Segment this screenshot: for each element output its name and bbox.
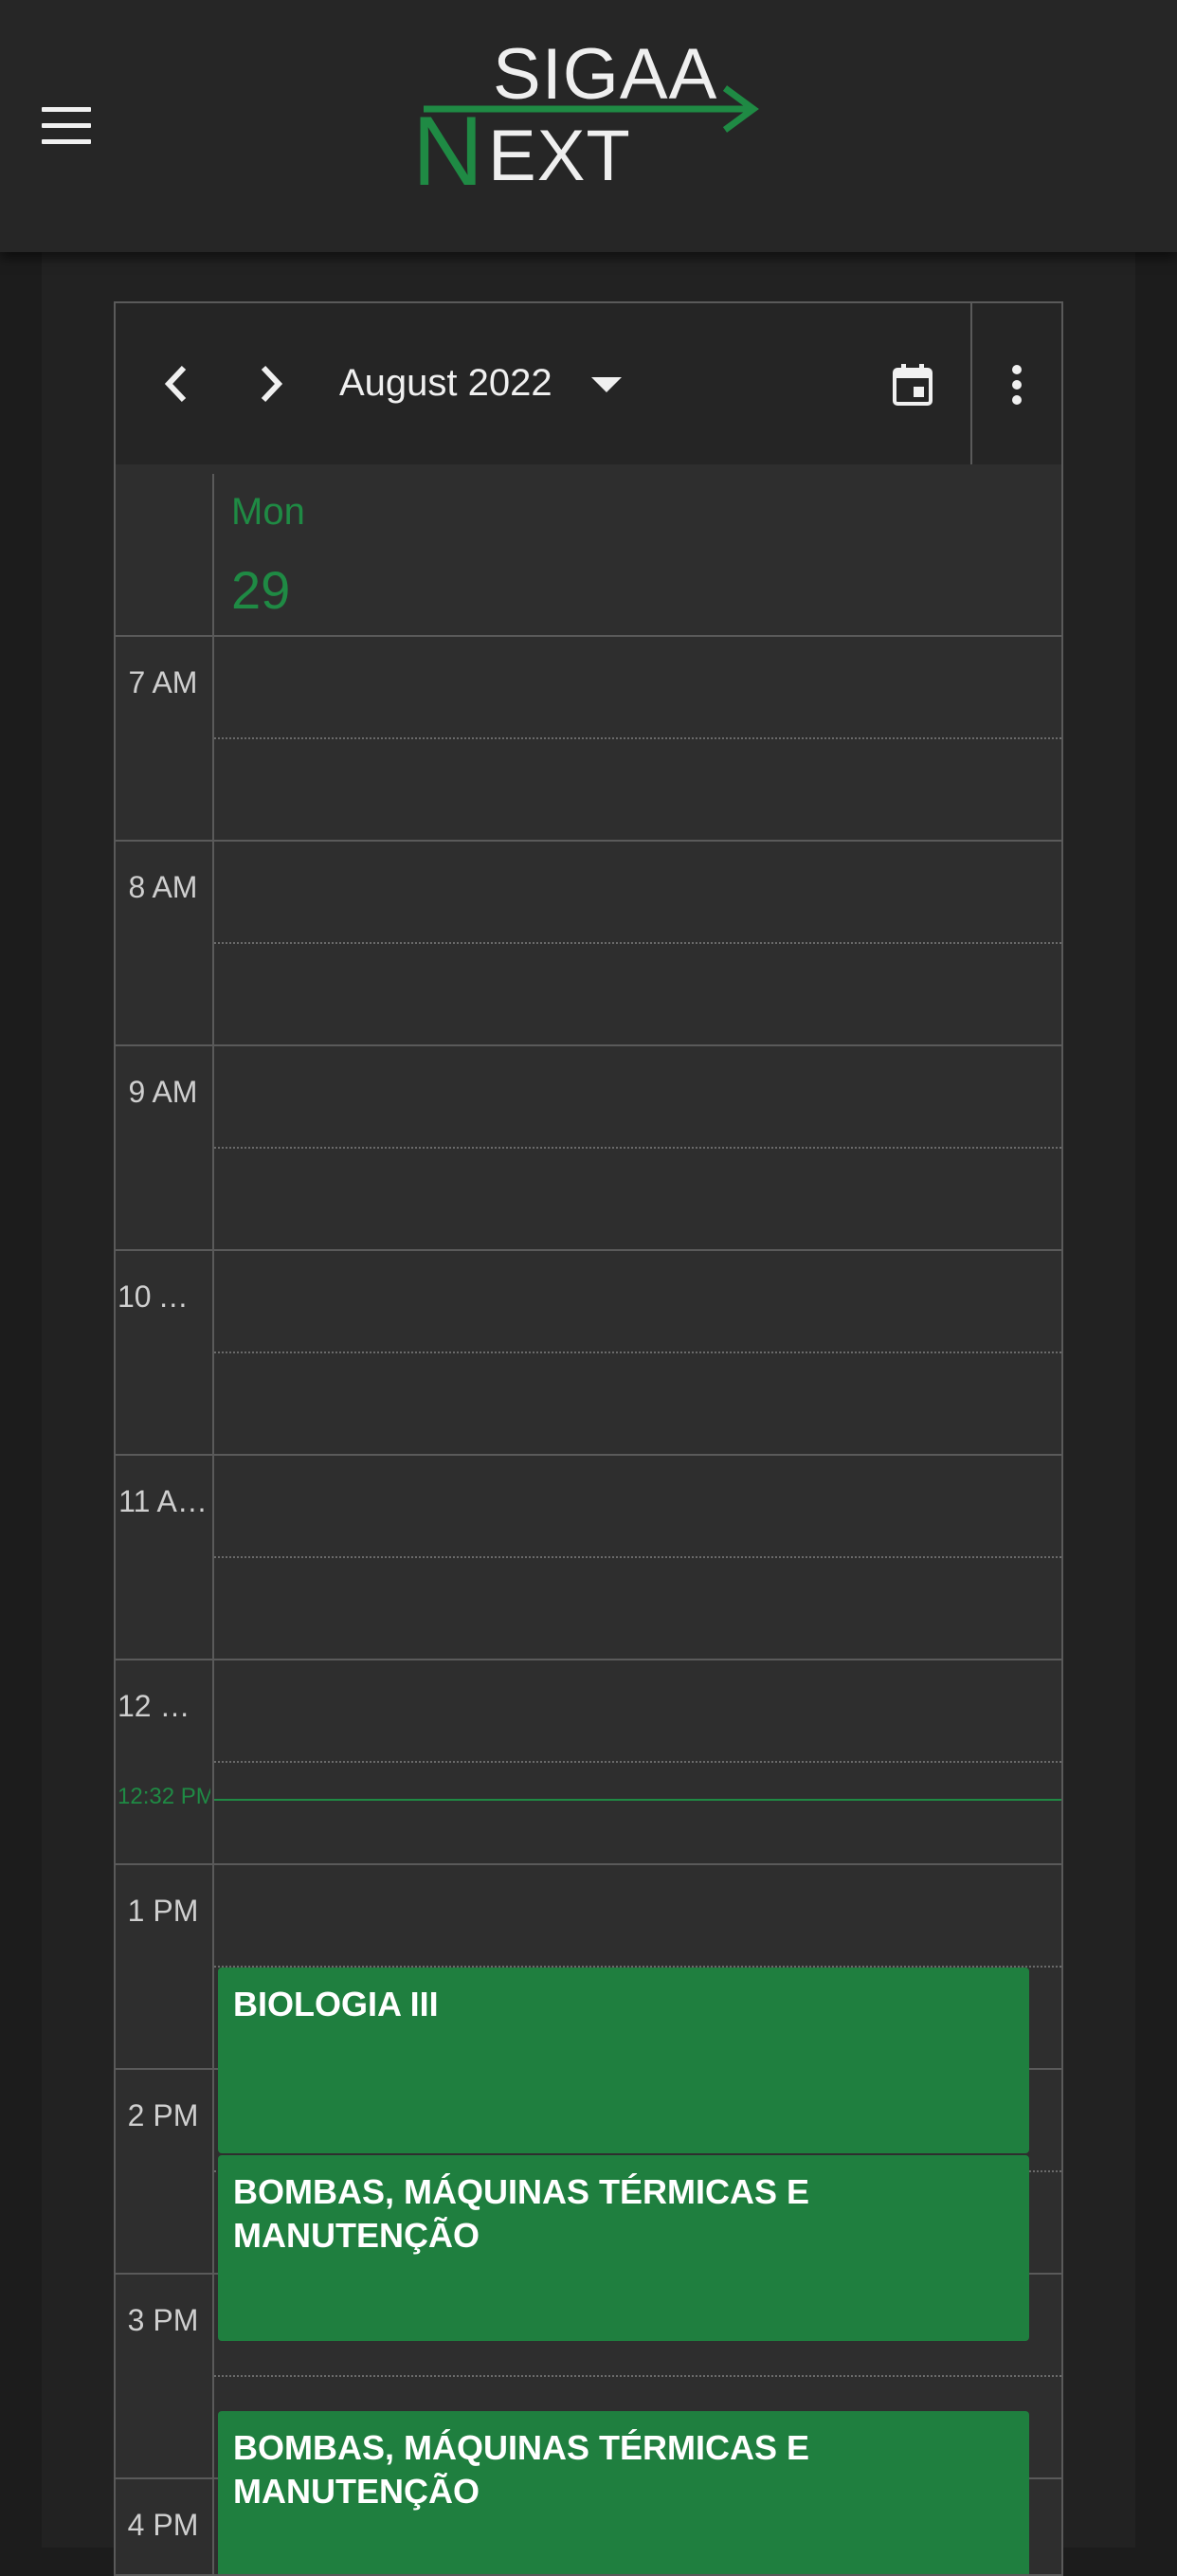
hour-label: 7 AM	[128, 665, 198, 699]
half-hour-line	[214, 1351, 1061, 1353]
hour-row[interactable]: 8 AM	[116, 842, 1061, 1046]
more-vert-icon[interactable]	[1003, 362, 1031, 408]
logo-text-top: SIGAA	[493, 34, 718, 115]
svg-text:N: N	[412, 97, 483, 204]
gutter-divider	[212, 637, 214, 2574]
hour-label: 10 A…	[118, 1279, 208, 1314]
hour-label: 3 PM	[127, 2303, 199, 2337]
time-grid: 7 AM 8 AM 9 AM 10 A… 11 A… 12 P… 1 PM 2	[116, 637, 1061, 2574]
hour-label: 12 P…	[118, 1689, 208, 1723]
hour-label: 1 PM	[127, 1894, 199, 1928]
chevron-left-icon[interactable]	[154, 360, 201, 408]
calendar: August 2022 Mon 29 7 AM 8 AM 9 AM 10 A… …	[114, 301, 1063, 2576]
app-bar: N SIGAA EXT	[0, 0, 1177, 252]
hour-label: 9 AM	[128, 1075, 198, 1109]
current-time-label: 12:32 PM	[118, 1784, 210, 1809]
day-number[interactable]: 29	[231, 559, 290, 621]
hour-label: 8 AM	[128, 870, 198, 904]
half-hour-line	[214, 737, 1061, 739]
calendar-today-icon[interactable]	[891, 362, 934, 408]
half-hour-line	[214, 1147, 1061, 1149]
day-header: Mon 29	[116, 464, 1061, 637]
hour-label: 2 PM	[127, 2098, 199, 2132]
half-hour-line	[214, 1761, 1061, 1763]
hour-row[interactable]: 7 AM	[116, 637, 1061, 842]
day-name[interactable]: Mon	[231, 491, 305, 534]
event-card[interactable]: BIOLOGIA III	[218, 1968, 1029, 2153]
half-hour-line	[214, 1556, 1061, 1558]
current-time-line	[214, 1799, 1061, 1801]
logo-text-bottom: EXT	[488, 116, 631, 196]
hour-row[interactable]: 10 A…	[116, 1251, 1061, 1456]
event-card[interactable]: BOMBAS, MÁQUINAS TÉRMICAS E MANUTENÇÃO	[218, 2411, 1029, 2574]
app-logo: N SIGAA EXT	[412, 33, 772, 204]
gutter-divider	[212, 474, 214, 637]
toolbar-divider	[970, 303, 972, 464]
hour-row[interactable]: 9 AM	[116, 1046, 1061, 1251]
chevron-right-icon[interactable]	[246, 360, 294, 408]
hour-label: 11 A…	[118, 1484, 208, 1518]
caret-down-icon[interactable]	[588, 370, 625, 398]
calendar-toolbar: August 2022	[116, 303, 1061, 464]
hour-row[interactable]: 12 P…	[116, 1660, 1061, 1865]
event-card[interactable]: BOMBAS, MÁQUINAS TÉRMICAS E MANUTENÇÃO	[218, 2155, 1029, 2341]
menu-icon[interactable]	[38, 100, 99, 153]
hour-label: 4 PM	[127, 2508, 199, 2542]
half-hour-line	[214, 942, 1061, 944]
month-selector[interactable]: August 2022	[339, 362, 552, 405]
hour-row[interactable]: 11 A…	[116, 1456, 1061, 1660]
half-hour-line	[214, 2375, 1061, 2377]
